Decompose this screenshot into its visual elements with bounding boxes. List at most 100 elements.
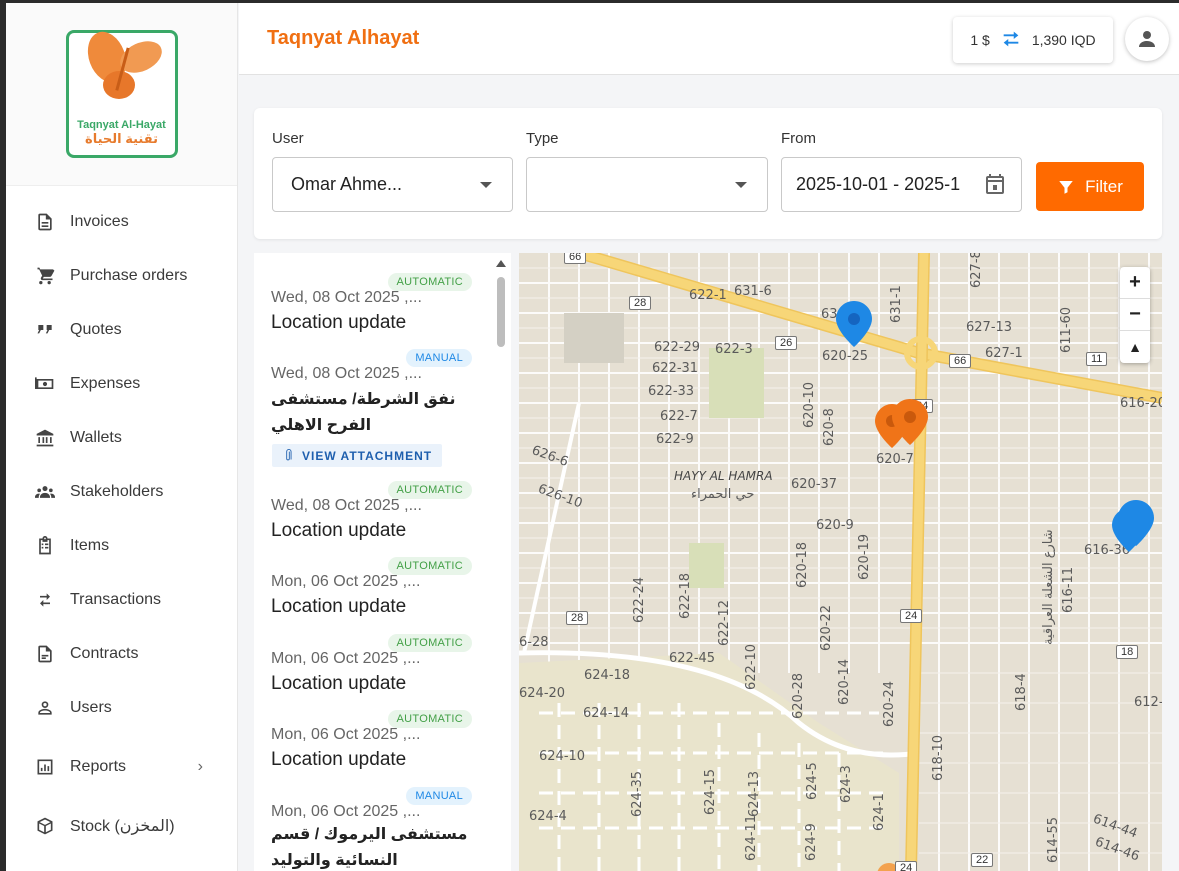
- road-shield: 24: [895, 861, 918, 871]
- map-label: 620-8: [822, 408, 837, 446]
- map-label: 627-8: [969, 253, 984, 288]
- map-label: 616-20: [1120, 396, 1162, 411]
- sidebar-item-stakeholders[interactable]: Stakeholders: [6, 465, 237, 519]
- road-shield: 22: [971, 853, 994, 867]
- cash-icon: [34, 373, 56, 395]
- blue-location-pin[interactable]: [835, 300, 873, 348]
- map-label: 618-10: [931, 734, 946, 781]
- list-item[interactable]: AUTOMATIC Mon, 06 Oct 2025 ,... Location…: [254, 551, 494, 627]
- list-item-title: Location update: [271, 312, 407, 333]
- road-shield: 28: [566, 611, 589, 625]
- sidebar-item-reports[interactable]: Reports ›: [6, 735, 237, 799]
- map-label: 624-18: [584, 668, 631, 683]
- list-item[interactable]: MANUAL Wed, 08 Oct 2025 ,... نفق الشرطة/…: [254, 343, 494, 473]
- map-label: 620-14: [837, 658, 852, 705]
- account-avatar-button[interactable]: [1125, 17, 1169, 61]
- list-item-date: Mon, 06 Oct 2025 ,...: [271, 573, 421, 590]
- map-label: 631-1: [889, 285, 904, 323]
- sidebar-item-invoices[interactable]: Invoices: [6, 195, 237, 249]
- cart-icon: [34, 265, 56, 287]
- map-label: 624-13: [747, 770, 762, 817]
- sidebar-item-label: Items: [70, 537, 110, 554]
- list-item[interactable]: AUTOMATIC Wed, 08 Oct 2025 ,... Location…: [254, 475, 494, 551]
- map-label: 624-9: [804, 823, 819, 861]
- sidebar-item-users[interactable]: Users: [6, 681, 237, 735]
- zoom-control: + − ▲: [1120, 267, 1150, 363]
- sidebar-item-purchase-orders[interactable]: Purchase orders: [6, 249, 237, 303]
- calendar-icon[interactable]: [983, 172, 1007, 196]
- map-label: 624-1: [872, 793, 887, 831]
- sidebar-item-transactions[interactable]: Transactions: [6, 573, 237, 627]
- chevron-right-icon: ›: [197, 758, 203, 775]
- list-item[interactable]: AUTOMATIC Mon, 06 Oct 2025 ,... Location…: [254, 628, 494, 704]
- dropdown-arrow-icon: [480, 182, 492, 188]
- map-label: 624-10: [539, 749, 586, 764]
- rate-right: 1,390 IQD: [1031, 32, 1096, 48]
- map-label: 627-1: [985, 346, 1023, 361]
- filter-button[interactable]: Filter: [1036, 162, 1144, 211]
- user-select[interactable]: Omar Ahme...: [272, 157, 513, 212]
- map-label: 6-28: [519, 635, 549, 650]
- list-item-title: Location update: [271, 520, 407, 541]
- sidebar-item-contracts[interactable]: Contracts: [6, 627, 237, 681]
- sidebar-item-expenses[interactable]: Expenses: [6, 357, 237, 411]
- swap-icon: [34, 589, 56, 611]
- road-shield: 66: [949, 354, 972, 368]
- sidebar-item-quotes[interactable]: Quotes: [6, 303, 237, 357]
- exchange-rate-box[interactable]: 1 $ 1,390 IQD: [953, 17, 1113, 63]
- map-label: 622-31: [652, 361, 699, 376]
- map-label: 620-19: [857, 533, 872, 580]
- compass-button[interactable]: ▲: [1120, 331, 1150, 363]
- map-label: 620-7: [876, 452, 914, 467]
- list-item[interactable]: AUTOMATIC Wed, 08 Oct 2025 ,... Location…: [254, 253, 494, 339]
- map-label: 624-11: [744, 814, 759, 861]
- map-label: 624-15: [703, 768, 718, 815]
- person-icon: [1139, 31, 1155, 47]
- type-select[interactable]: [526, 157, 768, 212]
- map-label: 622-29: [654, 340, 701, 355]
- sidebar-item-label: Invoices: [70, 213, 129, 230]
- logo-text-en: Taqnyat Al-Hayat: [77, 119, 166, 131]
- map-label: 622-24: [632, 576, 647, 623]
- date-range-input[interactable]: 2025-10-01 - 2025-1: [781, 157, 1022, 212]
- map-label: 622-33: [648, 384, 695, 399]
- invoice-icon: [34, 211, 56, 233]
- view-attachment-button[interactable]: VIEW ATTACHMENT: [272, 444, 443, 467]
- map-label: 620-25: [822, 349, 869, 364]
- blue-location-pin[interactable]: [1111, 507, 1147, 553]
- company-logo[interactable]: Taqnyat Al-Hayat تقنية الحياة: [65, 30, 178, 158]
- orange-location-pin[interactable]: [891, 398, 929, 446]
- user-filter-label: User: [272, 130, 304, 147]
- map-label: 620-9: [816, 518, 854, 533]
- scroll-up-icon[interactable]: [496, 260, 506, 267]
- map-label: 618-4: [1014, 673, 1029, 711]
- map-label: 611-60: [1059, 306, 1074, 353]
- top-header: Taqnyat Alhayat 1 $ 1,390 IQD: [239, 3, 1179, 75]
- list-item[interactable]: AUTOMATIC Mon, 06 Oct 2025 ,... Location…: [254, 704, 494, 780]
- map-label: 622-7: [660, 409, 698, 424]
- sidebar-item-label: Expenses: [70, 375, 141, 392]
- sidebar-item-wallets[interactable]: Wallets: [6, 411, 237, 465]
- map-label: 614-55: [1046, 816, 1061, 863]
- list-item-date: Mon, 06 Oct 2025 ,...: [271, 803, 421, 820]
- zoom-out-button[interactable]: −: [1120, 299, 1150, 331]
- type-filter-label: Type: [526, 130, 559, 147]
- road-shield: 26: [775, 336, 798, 350]
- map-label: 622-18: [678, 572, 693, 619]
- map-label: 622-1: [689, 288, 727, 303]
- sidebar: Taqnyat Al-Hayat تقنية الحياة Invoices P…: [6, 3, 238, 871]
- list-item-title: Location update: [271, 596, 407, 617]
- sidebar-nav: Invoices Purchase orders Quotes Expenses…: [6, 195, 237, 853]
- activity-list: AUTOMATIC Wed, 08 Oct 2025 ,... Location…: [254, 253, 511, 871]
- list-scrollbar[interactable]: [494, 255, 508, 871]
- quote-icon: [34, 319, 56, 341]
- scroll-thumb[interactable]: [497, 277, 505, 347]
- map-label: 612-: [1134, 695, 1162, 710]
- zoom-in-button[interactable]: +: [1120, 267, 1150, 299]
- list-item-title: Location update: [271, 749, 407, 770]
- sidebar-item-items[interactable]: Items: [6, 519, 237, 573]
- sidebar-item-stock[interactable]: Stock (المخزن): [6, 799, 237, 853]
- map-view[interactable]: 622-1 631-6 622-29 622-3 622-31 622-33 6…: [519, 253, 1162, 871]
- district-name-en: HAYY AL HAMRA: [674, 469, 773, 483]
- list-item[interactable]: MANUAL Mon, 06 Oct 2025 ,... مستشفى الير…: [254, 781, 494, 871]
